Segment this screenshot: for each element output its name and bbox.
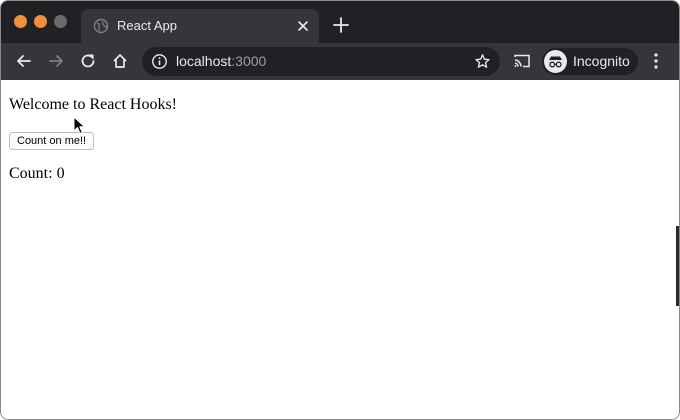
star-icon[interactable]: [474, 53, 491, 70]
cast-icon[interactable]: [513, 52, 531, 70]
kebab-menu-icon[interactable]: [648, 52, 664, 70]
incognito-profile-button[interactable]: Incognito: [542, 48, 638, 75]
toolbar: localhost:3000 Incognito: [1, 43, 679, 80]
window-maximize-button[interactable]: [54, 15, 67, 28]
new-tab-button[interactable]: [332, 16, 350, 34]
tab-title: React App: [117, 18, 177, 33]
tab-react-app[interactable]: React App: [81, 9, 319, 43]
info-icon[interactable]: [151, 53, 168, 70]
tab-strip: React App: [1, 1, 679, 43]
url-host: localhost: [176, 53, 232, 69]
url-port: :3000: [231, 53, 267, 69]
browser-window: React App localhost:3000 Incognito Welco…: [0, 0, 680, 420]
page-content: Welcome to React Hooks! Count on me!! Co…: [1, 80, 679, 419]
window-minimize-button[interactable]: [34, 15, 47, 28]
edge-shadow: [676, 226, 679, 306]
reload-icon[interactable]: [79, 52, 97, 70]
globe-icon: [93, 18, 109, 34]
back-arrow-icon[interactable]: [15, 52, 33, 70]
forward-arrow-icon[interactable]: [47, 52, 65, 70]
address-bar[interactable]: localhost:3000: [142, 47, 500, 76]
home-icon[interactable]: [111, 52, 129, 70]
window-close-button[interactable]: [14, 15, 27, 28]
url-text: localhost:3000: [176, 53, 266, 70]
count-display: Count: 0: [9, 165, 65, 182]
close-icon[interactable]: [295, 18, 311, 34]
incognito-icon: [544, 50, 567, 73]
incognito-label: Incognito: [573, 53, 630, 69]
mouse-cursor-icon: [73, 116, 85, 134]
welcome-heading: Welcome to React Hooks!: [9, 96, 177, 113]
